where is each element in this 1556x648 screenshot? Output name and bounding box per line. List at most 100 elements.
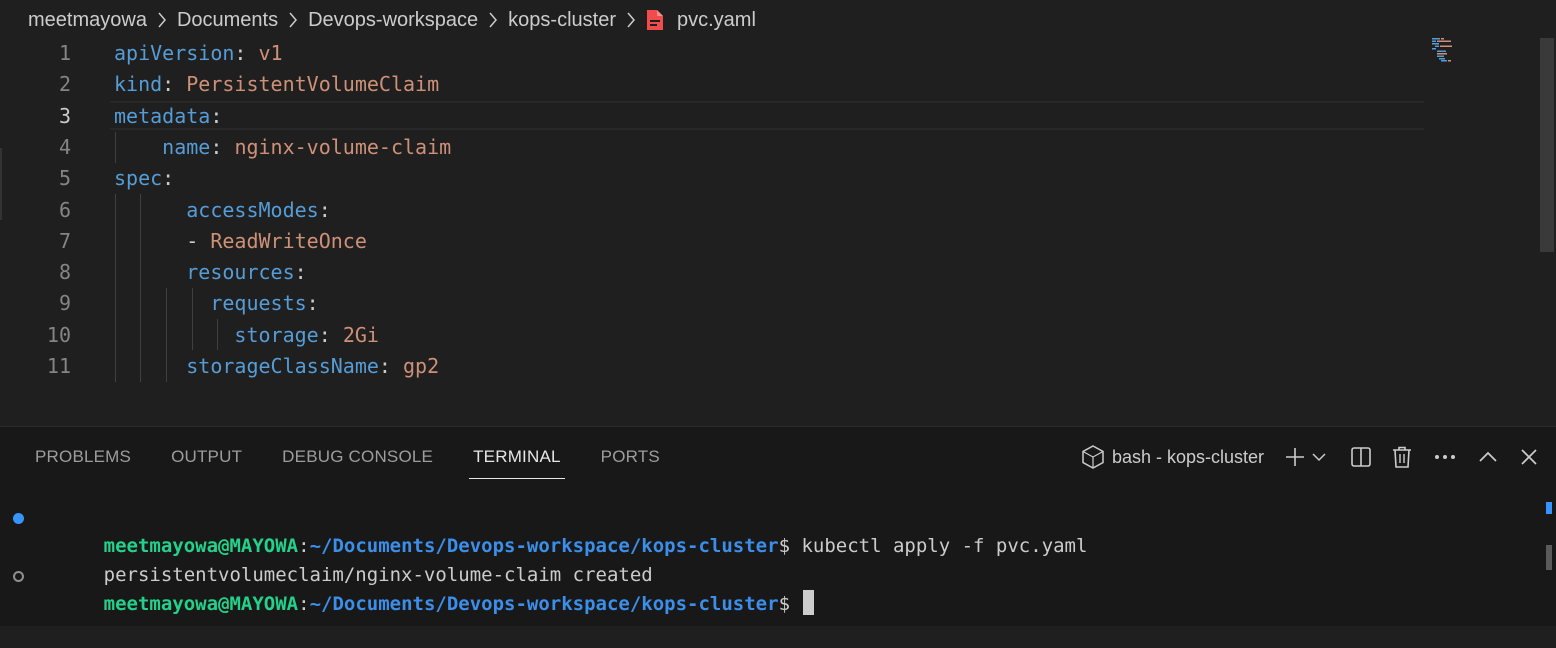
chevron-right-icon — [487, 11, 499, 29]
close-panel-icon[interactable] — [1520, 448, 1538, 466]
line-number: 4 — [58, 135, 71, 159]
breadcrumb-item[interactable]: kops-cluster — [508, 9, 616, 32]
code-text: apiVersion: v1 — [114, 38, 283, 69]
chevron-right-icon — [287, 11, 299, 29]
yaml-punctuation: : — [234, 41, 259, 65]
yaml-punctuation: : — [378, 354, 403, 378]
code-line[interactable]: 8 resources: — [0, 257, 1424, 288]
yaml-value: v1 — [258, 41, 283, 65]
tab-output[interactable]: OUTPUT — [171, 427, 242, 481]
code-text: metadata: — [114, 101, 222, 132]
line-number: 2 — [58, 72, 71, 96]
terminal-line: meetmayowa@MAYOWA:~/Documents/Devops-wor… — [35, 561, 815, 615]
plus-icon[interactable] — [1284, 446, 1306, 468]
terminal-line: meetmayowa@MAYOWA:~/Documents/Devops-wor… — [103, 535, 1088, 557]
yaml-key: requests — [210, 291, 307, 315]
yaml-value: 2Gi — [342, 323, 379, 347]
code-line[interactable]: 2 kind: PersistentVolumeClaim — [0, 69, 1424, 100]
terminal-output[interactable]: meetmayowa@MAYOWA:~/Documents/Devops-wor… — [0, 501, 1540, 621]
yaml-key: resources — [186, 260, 295, 284]
indent-guide — [166, 288, 167, 319]
terminal-line: persistentvolumeclaim/nginx-volume-claim… — [103, 564, 653, 586]
yaml-punctuation: : — [318, 323, 343, 347]
terminal-cursor — [803, 590, 815, 615]
code-line[interactable]: 10 storage: 2Gi — [0, 320, 1424, 351]
line-number: 9 — [58, 291, 71, 315]
line-number: 1 — [58, 41, 71, 65]
yaml-punctuation — [114, 291, 210, 315]
code-text: spec: — [114, 163, 174, 194]
command-success-icon[interactable] — [13, 513, 24, 524]
indent-guide — [140, 194, 141, 382]
tab-problems[interactable]: PROBLEMS — [35, 427, 131, 481]
code-line[interactable]: 6 accessModes: — [0, 195, 1424, 226]
code-text: storageClassName: gp2 — [114, 351, 439, 382]
minimap[interactable] — [1432, 38, 1462, 62]
terminal-scrollbar[interactable] — [1546, 500, 1552, 625]
yaml-key: storage — [234, 323, 319, 347]
code-line[interactable]: 5 spec: — [0, 163, 1424, 194]
yaml-punctuation — [114, 135, 162, 159]
line-number: 6 — [58, 198, 71, 222]
scrollbar-marker — [1546, 502, 1552, 514]
terminal-box-icon — [1082, 445, 1104, 469]
code-text: - ReadWriteOnce — [114, 226, 367, 257]
tab-ports[interactable]: PORTS — [601, 427, 660, 481]
code-line[interactable]: 11 storageClassName: gp2 — [0, 351, 1424, 382]
breadcrumb: meetmayowa Documents Devops-workspace ko… — [0, 0, 1556, 40]
code-line[interactable]: 7 - ReadWriteOnce — [0, 226, 1424, 257]
yaml-punctuation: : — [210, 104, 223, 128]
tab-terminal[interactable]: TERMINAL — [469, 427, 565, 481]
trash-icon[interactable] — [1392, 446, 1412, 468]
yaml-punctuation — [114, 198, 186, 222]
yaml-punctuation — [114, 260, 186, 284]
indent-guide — [166, 319, 167, 382]
breadcrumb-item[interactable]: Devops-workspace — [308, 9, 478, 32]
code-text: kind: PersistentVolumeClaim — [114, 69, 439, 100]
maximize-panel-icon[interactable] — [1478, 451, 1498, 463]
yaml-punctuation: : — [306, 291, 319, 315]
code-text: requests: — [114, 288, 319, 319]
editor-scrollbar-thumb[interactable] — [1540, 38, 1554, 252]
yaml-punctuation: : — [210, 135, 235, 159]
editor-scrollbar[interactable] — [1538, 38, 1556, 426]
chevron-down-icon[interactable] — [1312, 452, 1326, 462]
yaml-key: spec — [114, 166, 163, 190]
bottom-panel: PROBLEMS OUTPUT DEBUG CONSOLE TERMINAL P… — [0, 426, 1556, 626]
more-actions-icon[interactable] — [1434, 454, 1456, 460]
yaml-punctuation: - — [114, 229, 211, 253]
panel-tabs: PROBLEMS OUTPUT DEBUG CONSOLE TERMINAL P… — [35, 427, 700, 481]
yaml-value: gp2 — [403, 354, 440, 378]
yaml-punctuation: : — [318, 198, 331, 222]
yaml-file-icon — [646, 9, 664, 31]
split-terminal-icon[interactable] — [1350, 446, 1372, 468]
code-text: storage: 2Gi — [114, 320, 379, 351]
yaml-punctuation: : — [162, 72, 187, 96]
code-line[interactable]: 9 requests: — [0, 288, 1424, 319]
tab-debug-console[interactable]: DEBUG CONSOLE — [282, 427, 433, 481]
indent-guide — [115, 194, 116, 382]
breadcrumb-item[interactable]: meetmayowa — [28, 9, 147, 32]
breadcrumb-file[interactable]: pvc.yaml — [677, 9, 756, 32]
code-editor[interactable]: 1 apiVersion: v1 2 kind: PersistentVolumeCl… — [0, 38, 1556, 426]
code-line[interactable]: 1 apiVersion: v1 — [0, 38, 1424, 69]
chevron-right-icon — [625, 11, 637, 29]
code-line[interactable]: 4 name: nginx-volume-claim — [0, 132, 1424, 163]
indent-guide — [217, 319, 218, 350]
yaml-key: accessModes — [186, 198, 319, 222]
yaml-punctuation: : — [294, 260, 307, 284]
code-text: name: nginx-volume-claim — [114, 132, 451, 163]
chevron-right-icon — [156, 11, 168, 29]
yaml-key: name — [162, 135, 211, 159]
line-number: 5 — [58, 166, 71, 190]
terminal-scrollbar-thumb[interactable] — [1546, 545, 1552, 570]
indent-guide — [115, 132, 116, 163]
line-number: 7 — [58, 229, 71, 253]
breadcrumb-item[interactable]: Documents — [177, 9, 278, 32]
code-line[interactable]: 3 metadata: — [0, 101, 1424, 132]
yaml-value: ReadWriteOnce — [210, 229, 367, 253]
terminal-selector[interactable]: bash - kops-cluster — [1082, 445, 1270, 469]
yaml-key: storageClassName — [186, 354, 379, 378]
command-pending-icon[interactable] — [13, 571, 24, 582]
line-number: 10 — [46, 323, 71, 347]
